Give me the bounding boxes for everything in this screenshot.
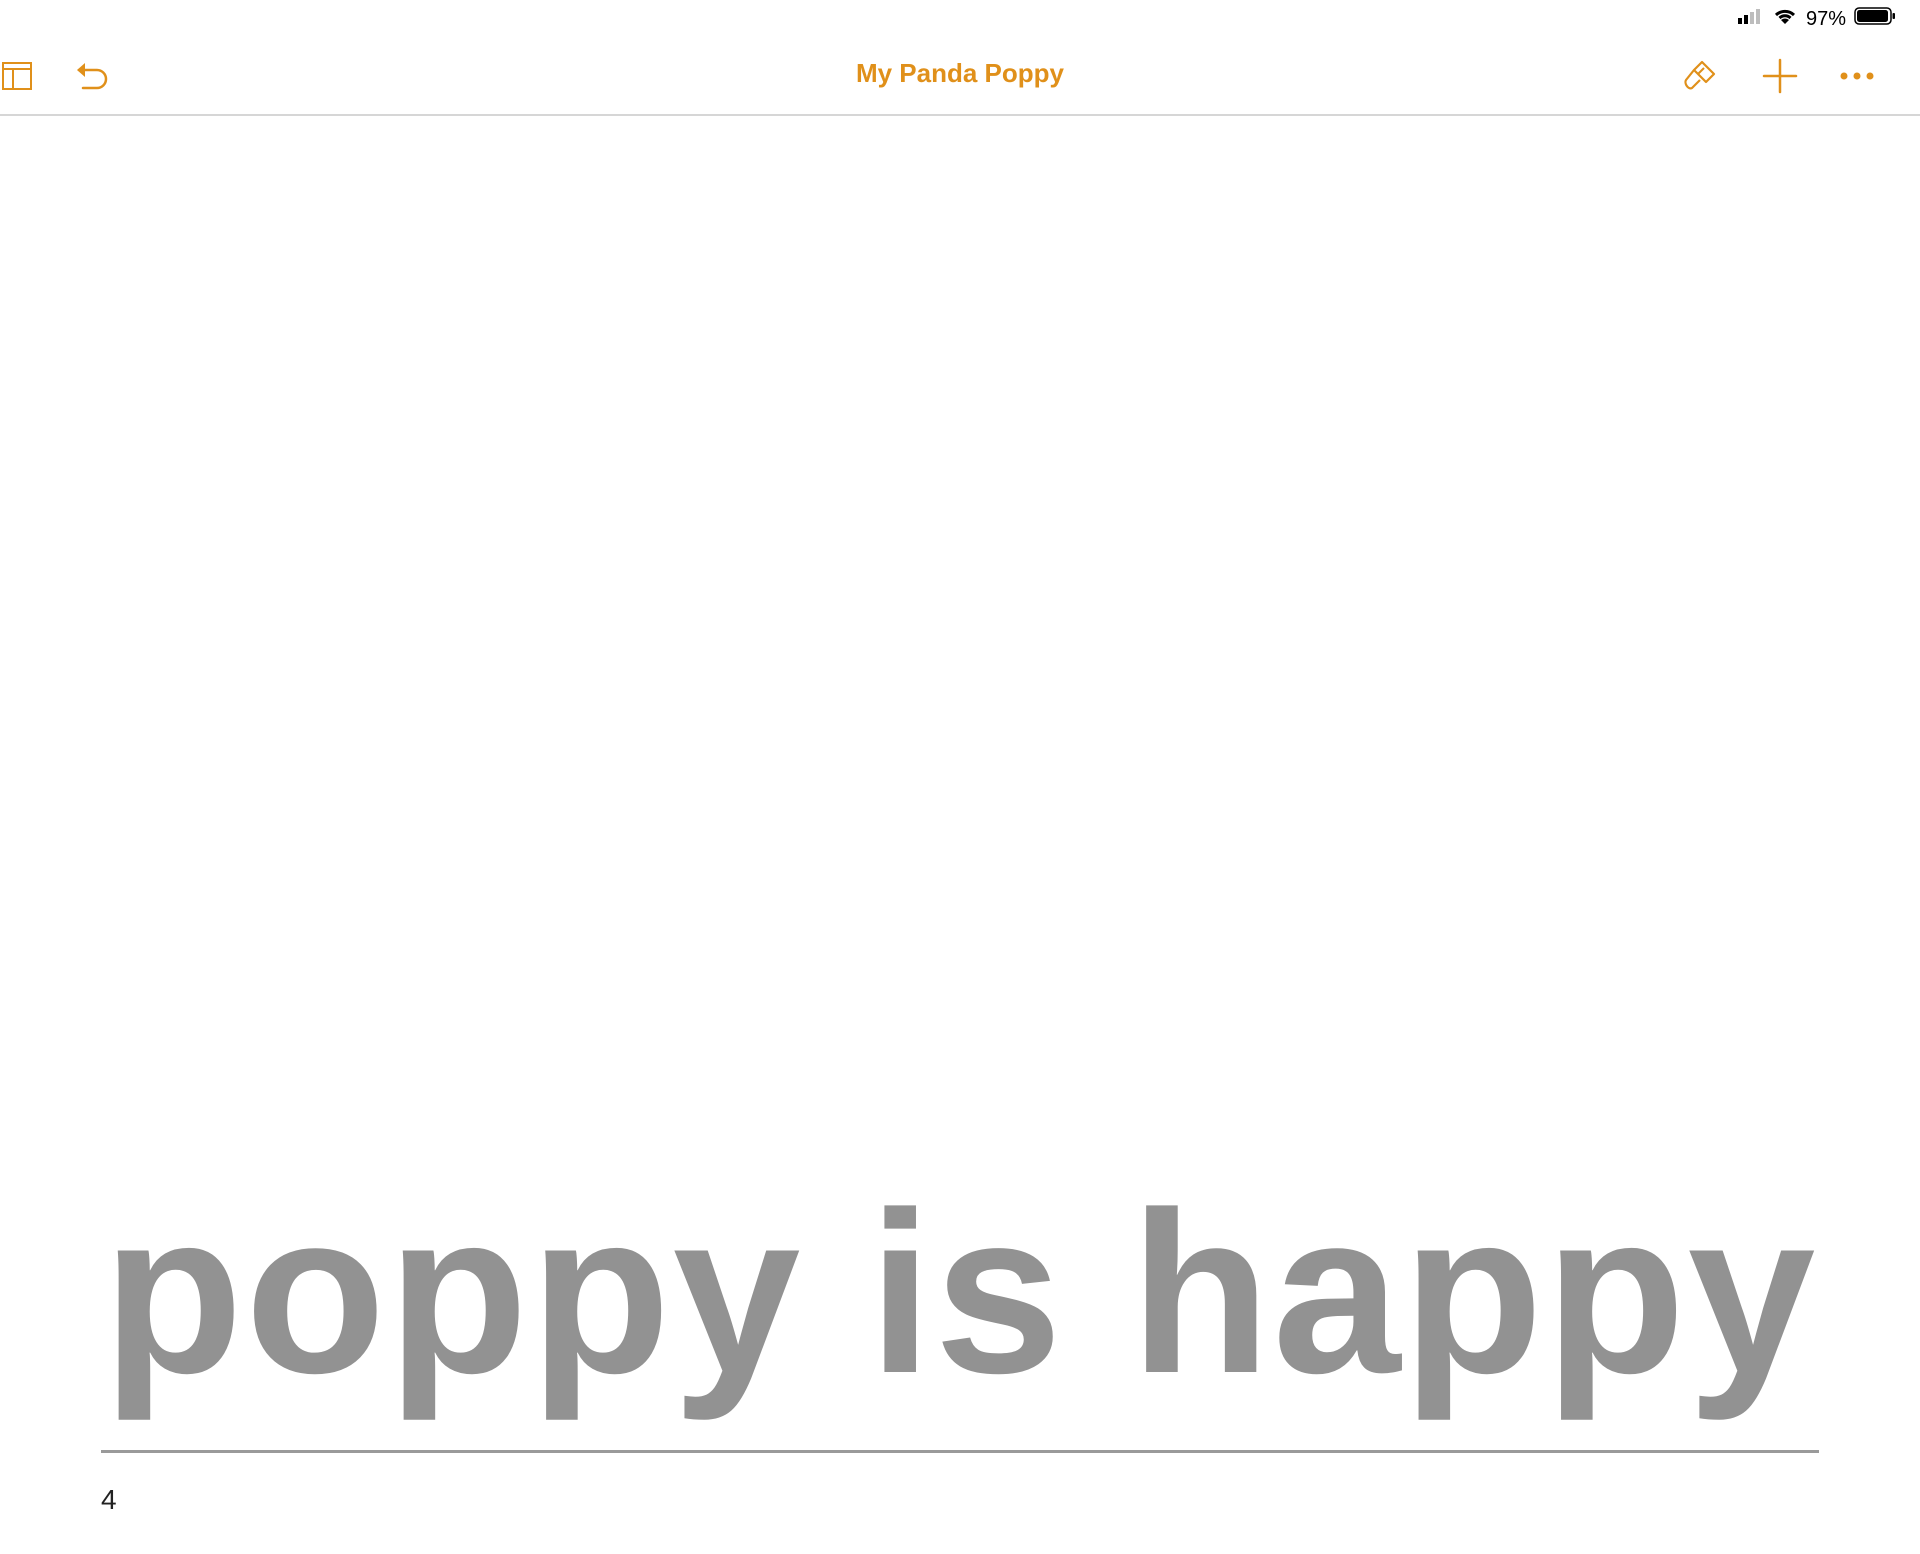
status-indicators: 97% xyxy=(1736,6,1896,32)
wifi-icon xyxy=(1772,6,1798,32)
battery-icon xyxy=(1854,6,1896,32)
format-brush-icon xyxy=(1680,56,1720,101)
footer-divider xyxy=(101,1450,1819,1453)
signal-icon xyxy=(1736,7,1764,31)
page-number: 4 xyxy=(101,1484,117,1515)
add-icon xyxy=(1762,58,1798,99)
document-canvas[interactable]: poppy is happy 4 xyxy=(0,118,1920,1554)
page-body-text[interactable]: poppy is happy xyxy=(0,1178,1920,1408)
add-button[interactable] xyxy=(1754,52,1806,104)
more-button[interactable] xyxy=(1831,52,1883,104)
toolbar: My Panda Poppy xyxy=(0,38,1920,116)
battery-percent: 97% xyxy=(1805,7,1846,30)
document-title-area: My Panda Poppy xyxy=(0,58,1920,89)
document-title[interactable]: My Panda Poppy xyxy=(856,58,1064,88)
more-icon xyxy=(1839,69,1875,87)
format-button[interactable] xyxy=(1674,52,1726,104)
status-bar: 97% xyxy=(0,0,1920,38)
